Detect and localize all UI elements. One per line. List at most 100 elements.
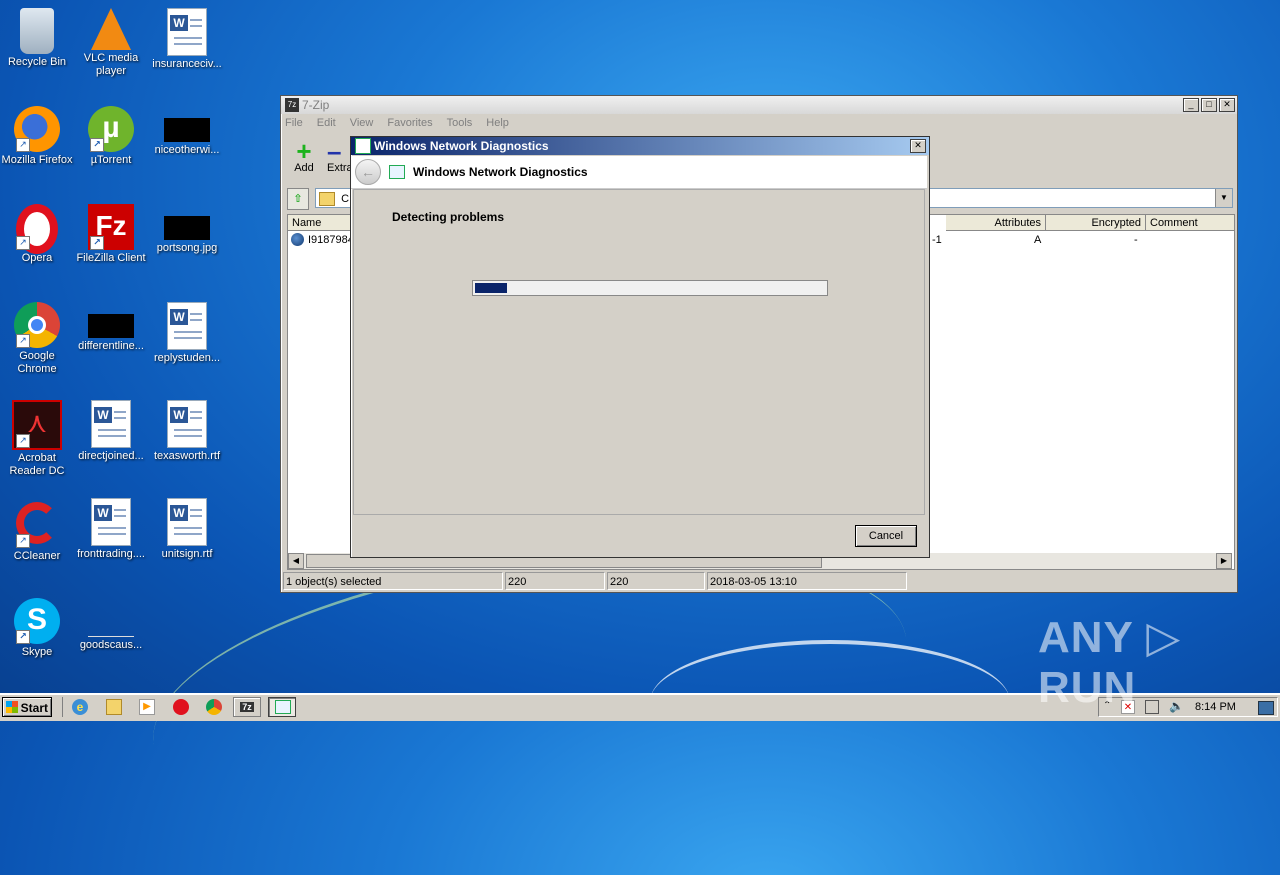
file-partial-value: -1	[932, 234, 942, 246]
image-file-icon	[164, 216, 210, 240]
image-file-icon	[88, 314, 134, 338]
back-arrow-icon[interactable]: ←	[355, 159, 381, 185]
desktop-icon-label: directjoined...	[78, 450, 144, 462]
desktop-icon-directjoined[interactable]: W directjoined...	[74, 400, 148, 463]
close-button[interactable]: ✕	[1219, 98, 1235, 112]
desktop-icon-skype[interactable]: S ↗ Skype	[0, 598, 74, 659]
diagnostics-title: Windows Network Diagnostics	[374, 139, 549, 153]
desktop-icon-goodscaus[interactable]: goodscaus...	[74, 598, 148, 652]
taskbar-7zip-button[interactable]: 7z	[233, 697, 261, 717]
menu-help[interactable]: Help	[486, 117, 509, 129]
zip-app-icon: 7z	[285, 98, 299, 112]
desktop-icon-niceotherwi[interactable]: niceotherwi...	[150, 106, 224, 157]
file-explorer-icon[interactable]	[106, 699, 122, 715]
cancel-button[interactable]: Cancel	[855, 525, 917, 547]
desktop-icon-label: insuranceciv...	[152, 58, 222, 70]
status-size: 220	[505, 572, 605, 590]
windows-logo-icon	[6, 701, 18, 713]
desktop-icon-fronttrading[interactable]: W fronttrading....	[74, 498, 148, 561]
filezilla-icon: Fz ↗	[88, 204, 134, 250]
desktop-icon-vlc[interactable]: VLC media player	[74, 8, 148, 78]
desktop-icon-portsong[interactable]: portsong.jpg	[150, 204, 224, 255]
desktop-icon-differentline[interactable]: differentline...	[74, 302, 148, 353]
add-button[interactable]: + Add	[289, 136, 319, 174]
utorrent-icon: µ ↗	[88, 106, 134, 152]
minimize-button[interactable]: _	[1183, 98, 1199, 112]
desktop-icon-ccleaner[interactable]: ↗ CCleaner	[0, 498, 74, 563]
opera-taskbar-icon[interactable]	[173, 699, 189, 715]
up-folder-button[interactable]: ⇧	[287, 188, 309, 210]
maximize-button[interactable]: □	[1201, 98, 1217, 112]
file-icon	[291, 233, 304, 246]
dialog-content: Detecting problems	[353, 189, 925, 515]
desktop-icon-insuranceciv[interactable]: W insuranceciv...	[150, 8, 224, 71]
taskbar-separator	[62, 697, 63, 717]
vlc-icon	[91, 8, 131, 50]
menu-file[interactable]: File	[285, 117, 303, 129]
ccleaner-icon-wrap: ↗	[14, 502, 60, 548]
menu-tools[interactable]: Tools	[447, 117, 473, 129]
desktop-icon-label: texasworth.rtf	[153, 450, 221, 462]
menu-favorites[interactable]: Favorites	[387, 117, 432, 129]
address-dropdown-arrow-icon[interactable]: ▼	[1215, 189, 1232, 207]
diagnostics-titlebar[interactable]: Windows Network Diagnostics ✕	[351, 137, 929, 155]
desktop-icon-firefox[interactable]: ↗ Mozilla Firefox	[0, 106, 74, 167]
zip-titlebar[interactable]: 7z 7-Zip _ □ ✕	[281, 96, 1237, 114]
word-doc-icon: W	[167, 498, 207, 546]
desktop-icon-label: portsong.jpg	[156, 242, 218, 254]
scroll-right-icon[interactable]: ▶	[1216, 553, 1232, 569]
start-button[interactable]: Start	[2, 697, 52, 717]
file-name: I9187984	[308, 234, 354, 246]
progress-bar	[472, 280, 828, 296]
internet-explorer-icon[interactable]: e	[72, 699, 88, 715]
chrome-taskbar-icon[interactable]	[206, 699, 222, 715]
desktop-icon-label: VLC media player	[83, 52, 139, 77]
desktop-icon-texasworth[interactable]: W texasworth.rtf	[150, 400, 224, 463]
desktop-icon-label: Mozilla Firefox	[1, 154, 73, 166]
dialog-close-button[interactable]: ✕	[910, 139, 926, 153]
start-label: Start	[20, 701, 48, 715]
word-doc-icon: W	[91, 400, 131, 448]
diagnostics-dialog[interactable]: Windows Network Diagnostics ✕ ← Windows …	[350, 136, 930, 558]
dialog-header-title: Windows Network Diagnostics	[413, 165, 588, 179]
desktop-icon-unitsign[interactable]: W unitsign.rtf	[150, 498, 224, 561]
zip-window-title: 7-Zip	[302, 98, 330, 112]
chrome-icon: ↗	[14, 302, 60, 348]
desktop-icon-chrome[interactable]: ↗ Google Chrome	[0, 302, 74, 376]
col-attributes[interactable]: Attributes	[946, 215, 1046, 231]
scroll-left-icon[interactable]: ◀	[288, 553, 304, 569]
status-packed: 220	[607, 572, 705, 590]
desktop-icon-replystuden[interactable]: W replystuden...	[150, 302, 224, 365]
col-comment[interactable]: Comment	[1146, 215, 1234, 231]
folder-icon	[319, 192, 335, 207]
status-modified: 2018-03-05 13:10	[707, 572, 907, 590]
desktop-icon-label: Recycle Bin	[7, 56, 67, 68]
opera-icon-wrap: ↗	[14, 204, 60, 254]
desktop-icon-opera[interactable]: ↗ Opera	[0, 204, 74, 265]
desktop-icon-label: goodscaus...	[79, 639, 143, 651]
zip-taskbar-icon: 7z	[240, 702, 254, 712]
desktop-icon-utorrent[interactable]: µ ↗ µTorrent	[74, 106, 148, 167]
word-doc-icon: W	[91, 498, 131, 546]
network-diagnostics-icon	[355, 138, 371, 154]
menu-edit[interactable]: Edit	[317, 117, 336, 129]
taskbar-diagnostics-button[interactable]	[268, 697, 296, 717]
media-player-icon[interactable]: ▶	[139, 699, 155, 715]
desktop-icon-label: unitsign.rtf	[161, 548, 213, 560]
status-message: Detecting problems	[392, 210, 505, 224]
firefox-icon: ↗	[14, 106, 60, 152]
desktop-icon-recycle-bin[interactable]: Recycle Bin	[0, 8, 74, 69]
watermark: ANY ▷ RUN	[1038, 613, 1182, 712]
word-doc-icon: W	[167, 302, 207, 350]
menu-view[interactable]: View	[350, 117, 374, 129]
image-file-icon	[164, 118, 210, 142]
plus-icon: +	[296, 136, 312, 166]
desktop-icon-filezilla[interactable]: Fz ↗ FileZilla Client	[74, 204, 148, 265]
desktop-icon-label: replystuden...	[153, 352, 221, 364]
desktop-icon-label: Google Chrome	[17, 350, 57, 375]
desktop-icon-label: µTorrent	[90, 154, 132, 166]
blank-file-icon	[88, 612, 134, 637]
network-diagnostics-icon	[275, 700, 291, 714]
col-encrypted[interactable]: Encrypted	[1046, 215, 1146, 231]
desktop-icon-acrobat[interactable]: ⋏ ↗ Acrobat Reader DC	[0, 400, 74, 478]
